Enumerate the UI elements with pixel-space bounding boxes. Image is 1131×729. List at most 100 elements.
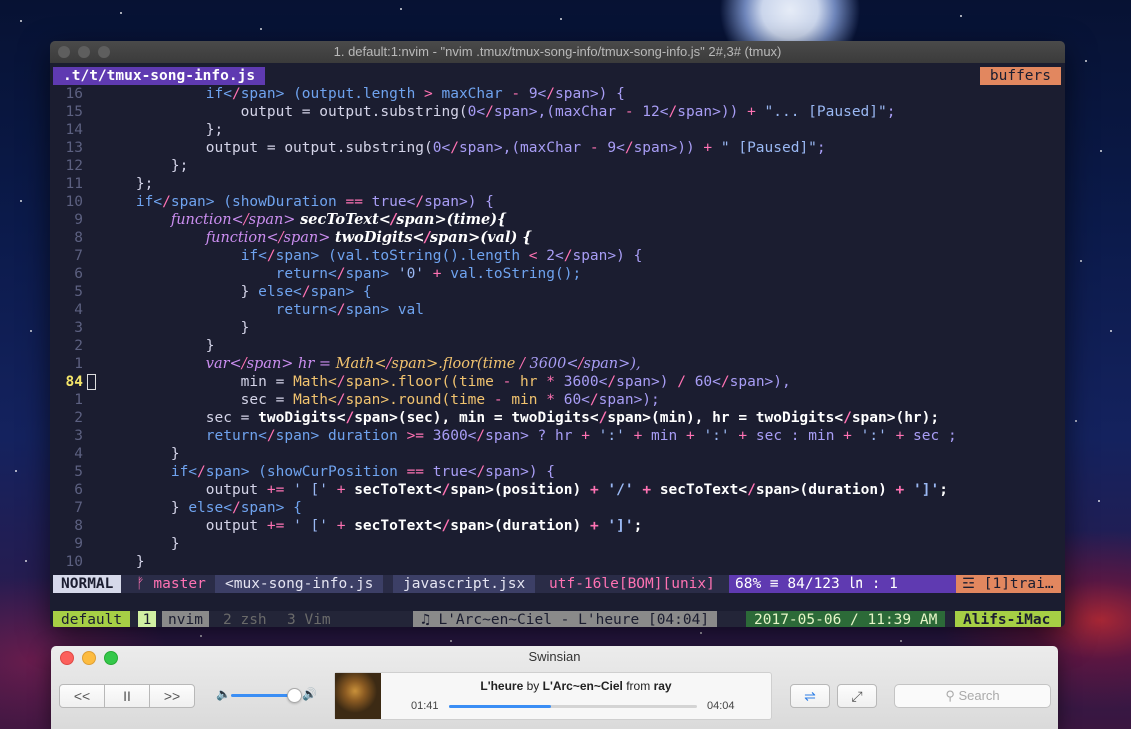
line-number: 7 xyxy=(74,500,83,516)
tab-buffers-label[interactable]: buffers xyxy=(979,67,1061,85)
code-line[interactable]: 10 if</span> (showDuration == true</span… xyxy=(53,193,1061,211)
code-text: function</span> secToText</span>(time){ xyxy=(170,211,507,228)
zoom-button[interactable] xyxy=(104,651,118,665)
code-text: return</span> duration >= 3600</span> ? … xyxy=(205,428,957,444)
by-label: by xyxy=(526,679,540,693)
total-time: 04:04 xyxy=(707,700,735,712)
code-text: output += ' [' + secToText</span>(durati… xyxy=(101,518,643,534)
code-line[interactable]: 7 } else</span> { xyxy=(53,499,1061,517)
close-button[interactable] xyxy=(58,46,70,58)
tmux-hostname: Alifs-iMac xyxy=(955,611,1061,627)
code-line[interactable]: 4 return</span> val xyxy=(53,301,1061,319)
line-number: 8 xyxy=(74,518,83,534)
minimize-button[interactable] xyxy=(78,46,90,58)
next-track-button[interactable]: >> xyxy=(149,684,195,708)
code-text: } xyxy=(101,536,180,552)
line-number: 2 xyxy=(74,410,83,426)
status-warning: ☲ [1]trai… xyxy=(956,575,1061,593)
tab-current-file[interactable]: .t/t/tmux-song-info.js xyxy=(53,67,266,85)
zoom-button[interactable] xyxy=(98,46,110,58)
code-area[interactable]: 16 if</span> (output.length > maxChar - … xyxy=(53,85,1061,571)
line-number: 11 xyxy=(65,176,83,192)
code-line[interactable]: 84 min = Math</span>.floor((time - hr * … xyxy=(53,373,1061,391)
line-number: 7 xyxy=(74,248,83,264)
code-line[interactable]: 5 } else</span> { xyxy=(53,283,1061,301)
tmux-window-2[interactable]: 2 zsh xyxy=(223,611,267,627)
volume-slider-track[interactable] xyxy=(231,694,294,697)
swinsian-titlebar[interactable]: Swinsian xyxy=(51,646,1058,668)
code-text: return</span> val xyxy=(275,302,425,318)
code-line[interactable]: 14 }; xyxy=(53,121,1061,139)
code-line[interactable]: 9 } xyxy=(53,535,1061,553)
code-line[interactable]: 16 if</span> (output.length > maxChar - … xyxy=(53,85,1061,103)
line-number: 3 xyxy=(74,428,83,444)
tmux-window-1-index[interactable]: 1 xyxy=(138,611,156,627)
line-number: 15 xyxy=(65,104,83,120)
code-line[interactable]: 8 output += ' [' + secToText</span>(dura… xyxy=(53,517,1061,535)
code-line[interactable]: 2 sec = twoDigits</span>(sec), min = two… xyxy=(53,409,1061,427)
line-number: 8 xyxy=(74,230,83,246)
swinsian-window[interactable]: Swinsian << II >> 🔈 🔊 L'heure by L'Arc~e… xyxy=(51,646,1058,729)
miniplayer-icon: ⤢ xyxy=(851,688,863,704)
git-branch: ᚠ master xyxy=(128,575,214,593)
line-number: 4 xyxy=(74,302,83,318)
shuffle-icon: ⇌ xyxy=(804,688,816,704)
minimize-button[interactable] xyxy=(82,651,96,665)
code-line[interactable]: 3 return</span> duration >= 3600</span> … xyxy=(53,427,1061,445)
code-text: sec = Math</span>.round(time - min * 60<… xyxy=(101,392,660,408)
status-filetype: javascript.jsx xyxy=(393,575,536,593)
code-text: if</span> (showDuration == true</span>) … xyxy=(135,194,494,210)
line-number: 4 xyxy=(74,446,83,462)
code-text: sec = twoDigits</span>(sec), min = twoDi… xyxy=(101,410,940,426)
miniplayer-button[interactable]: ⤢ xyxy=(837,684,877,708)
vim-statusline: NORMAL ᚠ master <mux-song-info.js javasc… xyxy=(53,575,1061,593)
code-line[interactable]: 2 } xyxy=(53,337,1061,355)
code-line[interactable]: 1 var</span> hr = Math</span>.floor(time… xyxy=(53,355,1061,373)
nvim-editor[interactable]: .t/t/tmux-song-info.js buffers 16 if</sp… xyxy=(53,67,1061,627)
code-line[interactable]: 9 function</span> secToText</span>(time)… xyxy=(53,211,1061,229)
shuffle-button[interactable]: ⇌ xyxy=(790,684,830,708)
search-placeholder: Search xyxy=(958,688,1000,703)
code-line[interactable]: 1 sec = Math</span>.round(time - min * 6… xyxy=(53,391,1061,409)
search-input[interactable]: ⚲ Search xyxy=(894,684,1051,708)
line-number: 14 xyxy=(65,122,83,138)
code-line[interactable]: 5 if</span> (showCurPosition == true</sp… xyxy=(53,463,1061,481)
terminal-titlebar[interactable]: 1. default:1:nvim - "nvim .tmux/tmux-son… xyxy=(50,41,1065,63)
line-number: 6 xyxy=(74,482,83,498)
code-text: if</span> (showCurPosition == true</span… xyxy=(170,464,556,480)
code-line[interactable]: 15 output = output.substring(0</span>,(m… xyxy=(53,103,1061,121)
track-album: ray xyxy=(653,679,672,693)
previous-track-button[interactable]: << xyxy=(59,684,105,708)
terminal-window[interactable]: 1. default:1:nvim - "nvim .tmux/tmux-son… xyxy=(50,41,1065,627)
code-line[interactable]: 10 } xyxy=(53,553,1061,571)
code-line[interactable]: 13 output = output.substring(0</span>,(m… xyxy=(53,139,1061,157)
code-line[interactable]: 6 return</span> '0' + val.toString(); xyxy=(53,265,1061,283)
status-encoding: utf-16le[BOM][unix] xyxy=(541,575,723,593)
code-line[interactable]: 12 }; xyxy=(53,157,1061,175)
progress-bar[interactable] xyxy=(449,705,697,708)
line-number: 12 xyxy=(65,158,83,174)
code-line[interactable]: 11 }; xyxy=(53,175,1061,193)
code-line[interactable]: 7 if</span> (val.toString().length < 2</… xyxy=(53,247,1061,265)
line-number: 9 xyxy=(74,536,83,552)
line-number: 9 xyxy=(74,212,83,228)
tmux-window-3[interactable]: 3 Vim xyxy=(287,611,331,627)
code-text: } xyxy=(101,554,145,570)
code-line[interactable]: 3 } xyxy=(53,319,1061,337)
vim-cmdline[interactable] xyxy=(53,593,1061,611)
code-line[interactable]: 8 function</span> twoDigits</span>(val) … xyxy=(53,229,1061,247)
line-number: 13 xyxy=(65,140,83,156)
code-text: output += ' [' + secToText</span>(positi… xyxy=(101,482,948,498)
code-line[interactable]: 6 output += ' [' + secToText</span>(posi… xyxy=(53,481,1061,499)
window-controls[interactable] xyxy=(58,46,110,58)
close-button[interactable] xyxy=(60,651,74,665)
volume-slider-knob[interactable] xyxy=(287,688,302,703)
progress-fill xyxy=(449,705,551,708)
tmux-window-1-name[interactable]: nvim xyxy=(162,611,209,627)
code-text: } xyxy=(101,338,215,354)
pause-button[interactable]: II xyxy=(104,684,150,708)
window-controls[interactable] xyxy=(60,651,118,665)
line-number: 1 xyxy=(74,356,83,372)
code-line[interactable]: 4 } xyxy=(53,445,1061,463)
search-icon: ⚲ xyxy=(945,688,955,703)
